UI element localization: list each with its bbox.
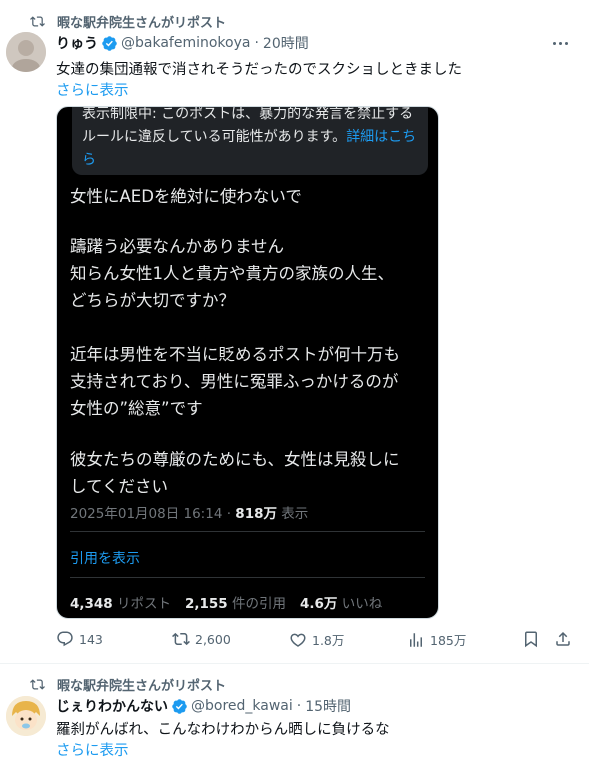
embedded-timestamp: 2025年01月08日 16:14 bbox=[70, 506, 223, 522]
embedded-line-8: 彼女たちの尊厳のためにも、女性は見殺しに bbox=[70, 450, 400, 469]
share-button[interactable] bbox=[554, 630, 577, 648]
verified-badge-icon[interactable] bbox=[171, 698, 188, 715]
attached-image[interactable]: 表示制限中: このポストは、暴力的な発言を禁止するルールに違反している可能性があ… bbox=[56, 106, 439, 619]
repost-indicator[interactable]: 暇な駅弁院生さんがリポスト bbox=[30, 675, 226, 694]
post-header: じぇりわかんない @bored_kawai · 15時間 bbox=[56, 696, 351, 716]
repost-icon bbox=[30, 16, 45, 27]
embedded-line-5: 近年は男性を不当に貶めるポストが何十万も bbox=[70, 345, 400, 364]
embedded-line-1: 女性にAEDを絶対に使わないで bbox=[70, 187, 302, 206]
repost-count: 2,600 bbox=[195, 631, 231, 647]
repost-button[interactable]: 2,600 bbox=[172, 630, 231, 648]
like-button[interactable]: 1.8万 bbox=[289, 630, 344, 649]
embedded-divider bbox=[70, 531, 425, 532]
bookmark-button[interactable] bbox=[522, 630, 545, 648]
reply-button[interactable]: 143 bbox=[56, 630, 103, 648]
views-count: 185万 bbox=[430, 633, 467, 648]
heart-icon bbox=[290, 633, 306, 647]
embedded-reposts-count: 4,348 bbox=[70, 596, 113, 612]
verified-badge-icon[interactable] bbox=[101, 35, 118, 52]
avatar-image bbox=[6, 32, 46, 72]
repost-label: 暇な駅弁院生さんがリポスト bbox=[57, 16, 227, 31]
handle[interactable]: @bakafeminokoya bbox=[121, 35, 250, 51]
avatar-image bbox=[6, 696, 46, 736]
embedded-stats: 4,348 リポスト 2,155 件の引用 4.6万 いいね bbox=[70, 596, 383, 612]
bookmark-icon bbox=[525, 631, 537, 648]
repost-icon bbox=[30, 679, 45, 690]
avatar[interactable] bbox=[6, 32, 46, 72]
embedded-quotes-count: 2,155 bbox=[185, 596, 228, 612]
embedded-line-3: 知らん女性1人と貴方や貴方の家族の人生、 bbox=[70, 264, 394, 283]
embedded-views-count: 818万 bbox=[235, 506, 277, 522]
embedded-likes-count: 4.6万 bbox=[300, 596, 338, 612]
embedded-line-6: 支持されており、男性に冤罪ふっかけるのが bbox=[70, 372, 399, 391]
reply-count: 143 bbox=[79, 631, 103, 647]
more-options-icon[interactable] bbox=[549, 34, 571, 52]
repost-icon bbox=[172, 632, 190, 646]
views-chart-icon bbox=[410, 632, 422, 647]
show-more-link[interactable]: さらに表示 bbox=[56, 79, 129, 100]
embedded-views-label: 表示 bbox=[276, 506, 309, 522]
meta-separator: · bbox=[254, 35, 259, 51]
display-name[interactable]: りゅう bbox=[56, 33, 98, 53]
action-bar: 143 2,600 1.8万 185万 bbox=[56, 630, 581, 652]
embedded-line-2: 躊躇う必要なんかありません bbox=[70, 237, 285, 256]
embedded-line-4: どちらが大切ですか？ bbox=[70, 291, 235, 310]
embedded-meta: 2025年01月08日 16:14 · 818万 表示 bbox=[70, 506, 309, 522]
share-icon bbox=[556, 631, 570, 646]
timestamp[interactable]: 20時間 bbox=[263, 33, 309, 53]
content-warning-box: 表示制限中: このポストは、暴力的な発言を禁止するルールに違反している可能性があ… bbox=[72, 107, 428, 175]
views-button[interactable]: 185万 bbox=[407, 630, 466, 649]
embedded-divider bbox=[70, 577, 425, 578]
repost-label: 暇な駅弁院生さんがリポスト bbox=[57, 679, 227, 694]
avatar[interactable] bbox=[6, 696, 46, 736]
timestamp[interactable]: 15時間 bbox=[305, 696, 351, 716]
embedded-quote-link: 引用を表示 bbox=[70, 551, 140, 567]
display-name[interactable]: じぇりわかんない bbox=[56, 696, 168, 716]
like-count: 1.8万 bbox=[312, 633, 345, 648]
show-more-link[interactable]: さらに表示 bbox=[56, 739, 129, 759]
embedded-line-9: してください bbox=[70, 477, 169, 496]
handle[interactable]: @bored_kawai bbox=[191, 698, 293, 714]
meta-separator: · bbox=[296, 698, 302, 714]
post-text: 羅刹がんばれ、こんなわけわからん晒しに負けるな bbox=[56, 722, 390, 738]
reply-icon bbox=[57, 631, 73, 647]
embedded-line-7: 女性の”総意”です bbox=[70, 399, 203, 418]
post-text: 女達の集団通報で消されそうだったのでスクショしときました bbox=[56, 62, 462, 78]
repost-indicator[interactable]: 暇な駅弁院生さんがリポスト bbox=[30, 12, 226, 31]
post-header: りゅう @bakafeminokoya · 20時間 bbox=[56, 33, 309, 53]
post-1[interactable]: 暇な駅弁院生さんがリポスト りゅう @bakafeminokoya · 20時間… bbox=[0, 0, 589, 664]
